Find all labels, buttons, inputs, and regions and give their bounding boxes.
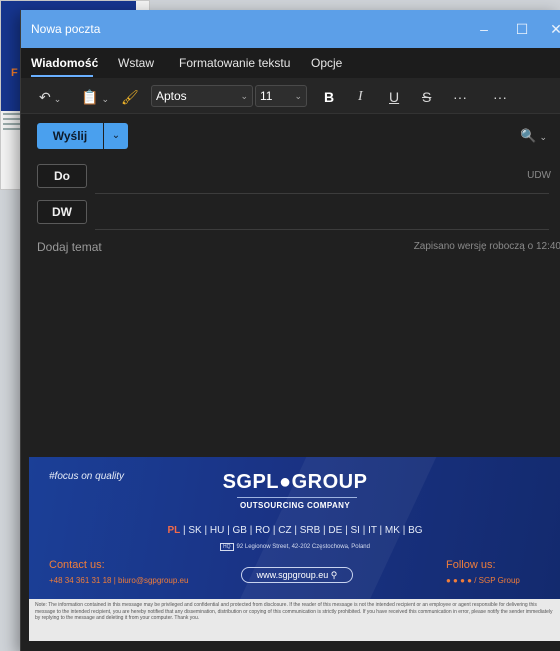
font-size-select[interactable]: 11 ⌄ xyxy=(255,85,307,107)
company-address: HQ 92 Legionow Street, 42-202 Częstochowa… xyxy=(29,543,560,551)
background-orange-mark: F xyxy=(11,67,18,79)
search-icon: ⚲ xyxy=(330,570,338,580)
country-list: PL | SK | HU | GB | RO | CZ | SRB | DE |… xyxy=(29,525,560,536)
format-painter-icon[interactable]: 🖌 xyxy=(121,87,139,107)
legal-disclaimer: Note: The information contained in this … xyxy=(29,599,560,641)
chevron-down-icon: ⌄ xyxy=(240,91,248,101)
ribbon-toolbar: ↶ ⌄ 📋 ⌄ 🖌 Aptos ⌄ 11 ⌄ B I U S ··· ··· xyxy=(21,78,560,114)
country-rest: | SK | HU | GB | RO | CZ | SRB | DE | SI… xyxy=(180,525,423,536)
background-text-lines xyxy=(3,113,21,133)
to-row: Do UDW xyxy=(21,158,560,194)
font-name-select[interactable]: Aptos ⌄ xyxy=(151,85,253,107)
tab-options[interactable]: Opcje xyxy=(311,56,342,70)
divider xyxy=(95,229,549,230)
chevron-down-icon: ⌄ xyxy=(53,94,62,104)
undo-icon: ↶ xyxy=(39,89,51,105)
send-row: Wyślij ⌄ 🔍 ⌄ xyxy=(21,114,560,158)
tab-message[interactable]: Wiadomość xyxy=(31,56,98,70)
tab-insert[interactable]: Wstaw xyxy=(118,56,154,70)
address-text: 92 Legionow Street, 42-202 Częstochowa, … xyxy=(236,544,370,550)
follow-title: Follow us: xyxy=(446,559,496,571)
contact-title: Contact us: xyxy=(49,559,105,571)
country-pl: PL xyxy=(167,525,181,536)
font-size-value: 11 xyxy=(260,89,273,103)
bcc-button[interactable]: UDW xyxy=(527,170,551,181)
chevron-down-icon: ⌄ xyxy=(294,91,302,101)
website-link[interactable]: www.sgpgroup.eu ⚲ xyxy=(241,567,353,583)
window-title: Nowa poczta xyxy=(31,22,101,36)
more-commands-button[interactable]: ··· xyxy=(493,87,507,107)
more-options-button[interactable]: ··· xyxy=(453,87,467,107)
draft-status: Zapisano wersję roboczą o 12:40 xyxy=(413,241,560,252)
to-button[interactable]: Do xyxy=(37,164,87,188)
maximize-icon[interactable]: ☐ xyxy=(511,18,533,40)
email-signature-banner: #focus on quality SGPL●GROUP OUTSOURCING… xyxy=(29,457,560,599)
close-icon[interactable]: ✕ xyxy=(545,18,560,40)
subject-row: Dodaj temat Zapisano wersję roboczą o 12… xyxy=(21,234,560,260)
bold-button[interactable]: B xyxy=(324,87,334,107)
font-name-value: Aptos xyxy=(156,89,187,103)
undo-button[interactable]: ↶ ⌄ xyxy=(39,87,61,107)
clipboard-button[interactable]: 📋 ⌄ xyxy=(81,87,109,107)
chevron-down-icon: ⌄ xyxy=(539,132,547,142)
ribbon-tabs: Wiadomość Wstaw Formatowanie tekstu Opcj… xyxy=(21,48,560,78)
italic-button[interactable]: I xyxy=(358,87,363,107)
message-body[interactable] xyxy=(21,260,560,457)
website-text: www.sgpgroup.eu xyxy=(256,570,329,580)
zoom-icon: 🔍 xyxy=(520,128,537,143)
title-bar: Nowa poczta – ☐ ✕ xyxy=(21,10,560,48)
send-options-button[interactable]: ⌄ xyxy=(104,123,128,149)
send-button[interactable]: Wyślij xyxy=(37,123,103,149)
zoom-button[interactable]: 🔍 ⌄ xyxy=(520,128,547,144)
social-links[interactable]: ● ● ● ● / SGP Group xyxy=(446,576,520,585)
company-subtitle: OUTSOURCING COMPANY xyxy=(239,501,351,510)
strikethrough-button[interactable]: S xyxy=(422,87,431,107)
subject-input[interactable]: Dodaj temat xyxy=(37,240,102,254)
chevron-down-icon: ⌄ xyxy=(101,94,109,104)
logo-divider xyxy=(237,497,357,498)
cc-button[interactable]: DW xyxy=(37,200,87,224)
tab-format-text[interactable]: Formatowanie tekstu xyxy=(179,56,290,70)
active-tab-indicator xyxy=(31,75,93,77)
cc-row: DW xyxy=(21,194,560,230)
chevron-down-icon: ⌄ xyxy=(111,130,121,141)
minimize-icon[interactable]: – xyxy=(473,18,495,40)
hq-badge: HQ xyxy=(220,543,234,551)
company-logo: SGPL●GROUP xyxy=(222,471,368,493)
contact-details[interactable]: +48 34 361 31 18 | biuro@sgpgroup.eu xyxy=(49,576,188,585)
underline-button[interactable]: U xyxy=(389,87,399,107)
clipboard-icon: 📋 xyxy=(81,89,99,105)
compose-window: Nowa poczta – ☐ ✕ Wiadomość Wstaw Format… xyxy=(20,10,560,651)
